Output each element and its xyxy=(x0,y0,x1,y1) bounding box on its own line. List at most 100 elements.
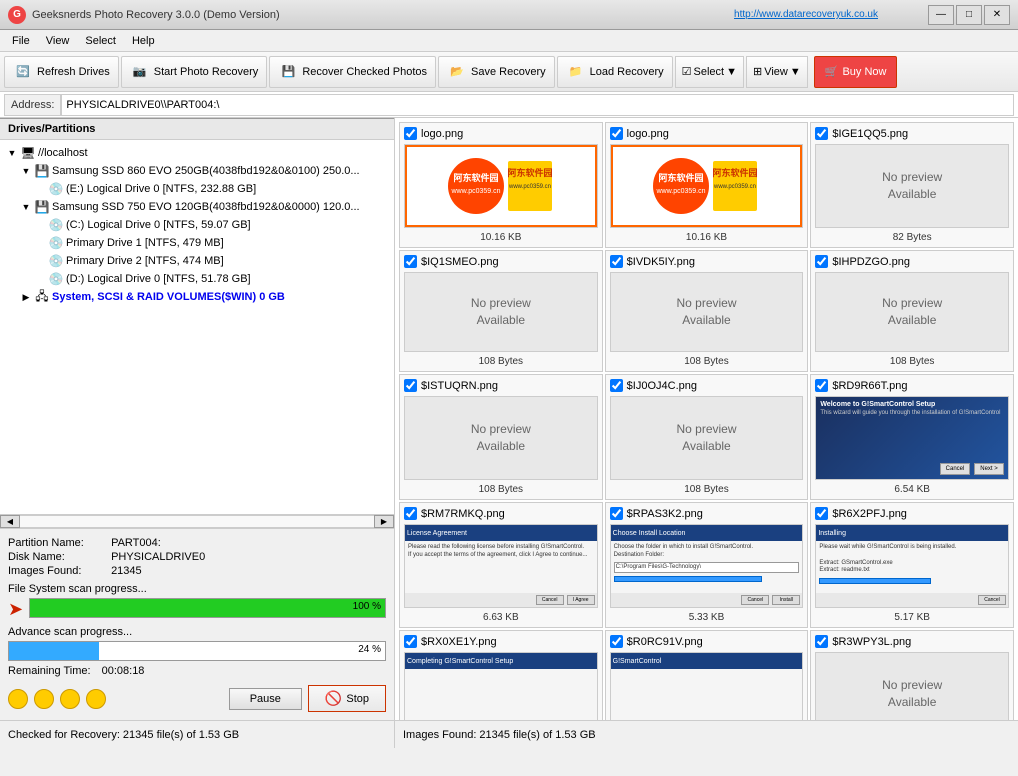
thumb-item-8: $IJ0OJ4C.png No previewAvailable 108 Byt… xyxy=(605,374,809,500)
thumb-checkbox-10[interactable] xyxy=(404,507,417,520)
load-recovery-button[interactable]: 📁 Load Recovery xyxy=(557,56,673,88)
select-dropdown[interactable]: ☑ Select ▼ xyxy=(675,56,744,88)
close-button[interactable]: ✕ xyxy=(984,5,1010,25)
thumb-checkbox-14[interactable] xyxy=(610,635,623,648)
thumb-checkbox-9[interactable] xyxy=(815,379,828,392)
logo-svg-2: 阿东软件园 www.pc0359.cn 阿东软件园 www.pc0359.cn xyxy=(651,156,761,216)
address-input[interactable] xyxy=(61,94,1014,116)
tree-system-scsi[interactable]: ▶ 🖧 System, SCSI & RAID VOLUMES($WIN) 0 … xyxy=(18,288,390,306)
url-link[interactable]: http://www.datarecoveryuk.co.uk xyxy=(734,9,878,20)
view-dropdown[interactable]: ⊞ View ▼ xyxy=(746,56,808,88)
installer2-image: Choose Install Location Choose the folde… xyxy=(611,525,803,607)
smart-control-image: Welcome to G!SmartControl Setup This wiz… xyxy=(816,397,1008,479)
svg-text:www.pc0359.cn: www.pc0359.cn xyxy=(450,188,500,195)
thumb-checkbox-4[interactable] xyxy=(404,255,417,268)
tree-samsung750[interactable]: ▼ 💾 Samsung SSD 750 EVO 120GB(4038fbd192… xyxy=(18,198,390,216)
tree-drive-d[interactable]: 💿 (D:) Logical Drive 0 [NTFS, 51.78 GB] xyxy=(32,270,390,288)
thumb-preview-2: 阿东软件园 www.pc0359.cn 阿东软件园 www.pc0359.cn xyxy=(610,144,804,228)
thumb-checkbox-11[interactable] xyxy=(610,507,623,520)
start-recovery-button[interactable]: 📷 Start Photo Recovery xyxy=(121,56,268,88)
logo-image-2: 阿东软件园 www.pc0359.cn 阿东软件园 www.pc0359.cn xyxy=(611,145,803,227)
thumb-checkbox-8[interactable] xyxy=(610,379,623,392)
thumb-header-13: $RX0XE1Y.png xyxy=(404,635,598,648)
refresh-drives-button[interactable]: 🔄 Refresh Drives xyxy=(4,56,119,88)
svg-text:www.pc0359.cn: www.pc0359.cn xyxy=(508,184,551,190)
left-panel: Drives/Partitions ▼ 🖥 //localhost ▼ 💾 Sa… xyxy=(0,118,395,720)
thumb-checkbox-1[interactable] xyxy=(404,127,417,140)
tree-samsung860[interactable]: ▼ 💾 Samsung SSD 860 EVO 250GB(4038fbd192… xyxy=(18,162,390,180)
no-preview-7: No previewAvailable xyxy=(471,421,531,455)
thumb-size-8: 108 Bytes xyxy=(610,484,804,495)
pause-button[interactable]: Pause xyxy=(229,688,302,710)
no-preview-4: No previewAvailable xyxy=(471,295,531,329)
thumb-name-4: $IQ1SMEO.png xyxy=(421,256,499,268)
scroll-left-btn[interactable]: ◀ xyxy=(0,515,20,528)
tree-primary1[interactable]: 💿 Primary Drive 1 [NTFS, 479 MB] xyxy=(32,234,390,252)
thumb-header-10: $RM7RMKQ.png xyxy=(404,507,598,520)
select-arrow: ▼ xyxy=(726,66,737,78)
thumbnail-grid: logo.png 阿东软件园 www.pc0359.cn 阿东软件园 www.p… xyxy=(399,122,1014,720)
drives-tree[interactable]: ▼ 🖥 //localhost ▼ 💾 Samsung SSD 860 EVO … xyxy=(0,140,394,514)
thumb-checkbox-7[interactable] xyxy=(404,379,417,392)
menu-select[interactable]: Select xyxy=(77,33,124,49)
right-panel[interactable]: logo.png 阿东软件园 www.pc0359.cn 阿东软件园 www.p… xyxy=(395,118,1018,720)
tree-drive-e[interactable]: 💿 (E:) Logical Drive 0 [NTFS, 232.88 GB] xyxy=(32,180,390,198)
svg-text:www.pc0359.cn: www.pc0359.cn xyxy=(656,188,706,195)
no-preview-6: No previewAvailable xyxy=(882,295,942,329)
expand-icon[interactable]: ▼ xyxy=(20,202,32,212)
tree-primary2[interactable]: 💿 Primary Drive 2 [NTFS, 474 MB] xyxy=(32,252,390,270)
fs-progress-bar: 100 % xyxy=(29,598,386,618)
tree-localhost[interactable]: ▼ 🖥 //localhost xyxy=(4,144,390,162)
thumb-checkbox-6[interactable] xyxy=(815,255,828,268)
thumb-item-6: $IHPDZGO.png No previewAvailable 108 Byt… xyxy=(810,250,1014,372)
load-icon: 📁 xyxy=(566,62,586,82)
thumb-checkbox-13[interactable] xyxy=(404,635,417,648)
thumb-checkbox-15[interactable] xyxy=(815,635,828,648)
recover-checked-button[interactable]: 💾 Recover Checked Photos xyxy=(269,56,436,88)
thumb-item-2: logo.png 阿东软件园 www.pc0359.cn 阿东软件园 www.p… xyxy=(605,122,809,248)
select-icon: ☑ xyxy=(682,65,692,78)
expand-icon[interactable]: ▼ xyxy=(6,148,18,158)
thumb-item-9: $RD9R66T.png Welcome to G!SmartControl S… xyxy=(810,374,1014,500)
thumb-checkbox-12[interactable] xyxy=(815,507,828,520)
svg-text:阿东软件园: 阿东软件园 xyxy=(713,167,758,178)
thumb-size-12: 5.17 KB xyxy=(815,612,1009,623)
thumb-preview-5: No previewAvailable xyxy=(610,272,804,352)
thumb-name-2: logo.png xyxy=(627,128,669,140)
menu-file[interactable]: File xyxy=(4,33,38,49)
save-recovery-button[interactable]: 📂 Save Recovery xyxy=(438,56,555,88)
expand-icon[interactable]: ▶ xyxy=(20,292,32,303)
thumb-preview-12: Installing Please wait while G!SmartCont… xyxy=(815,524,1009,608)
thumb-size-3: 82 Bytes xyxy=(815,232,1009,243)
thumb-size-4: 108 Bytes xyxy=(404,356,598,367)
minimize-button[interactable]: — xyxy=(928,5,954,25)
expand-icon[interactable]: ▼ xyxy=(20,166,32,176)
status-dot-4 xyxy=(86,689,106,709)
scroll-right-btn[interactable]: ▶ xyxy=(374,515,394,528)
maximize-button[interactable]: □ xyxy=(956,5,982,25)
stop-icon: 🚫 xyxy=(325,690,342,707)
statusbars: Checked for Recovery: 21345 file(s) of 1… xyxy=(0,720,1018,748)
menu-help[interactable]: Help xyxy=(124,33,163,49)
partition-name-value: PART004: xyxy=(111,537,161,549)
stop-button[interactable]: 🚫 Stop xyxy=(308,685,386,712)
remaining-value: 00:08:18 xyxy=(102,665,145,677)
thumb-checkbox-2[interactable] xyxy=(610,127,623,140)
thumb-item-13: $RX0XE1Y.png Completing G!SmartControl S… xyxy=(399,630,603,720)
thumb-preview-11: Choose Install Location Choose the folde… xyxy=(610,524,804,608)
tree-drive-c[interactable]: 💿 (C:) Logical Drive 0 [NTFS, 59.07 GB] xyxy=(32,216,390,234)
thumb-size-9: 6.54 KB xyxy=(815,484,1009,495)
thumb-checkbox-5[interactable] xyxy=(610,255,623,268)
buy-now-button[interactable]: 🛒 Buy Now xyxy=(814,56,898,88)
horizontal-scrollbar[interactable]: ◀ ▶ xyxy=(0,514,394,528)
menu-view[interactable]: View xyxy=(38,33,78,49)
view-arrow: ▼ xyxy=(790,66,801,78)
thumb-name-5: $IVDK5IY.png xyxy=(627,256,695,268)
thumb-preview-9: Welcome to G!SmartControl Setup This wiz… xyxy=(815,396,1009,480)
thumb-item-10: $RM7RMKQ.png License Agreement Please re… xyxy=(399,502,603,628)
thumb-checkbox-3[interactable] xyxy=(815,127,828,140)
camera-icon: 📷 xyxy=(130,62,150,82)
thumb-header-15: $R3WPY3L.png xyxy=(815,635,1009,648)
thumb-size-11: 5.33 KB xyxy=(610,612,804,623)
thumb-size-1: 10.16 KB xyxy=(404,232,598,243)
